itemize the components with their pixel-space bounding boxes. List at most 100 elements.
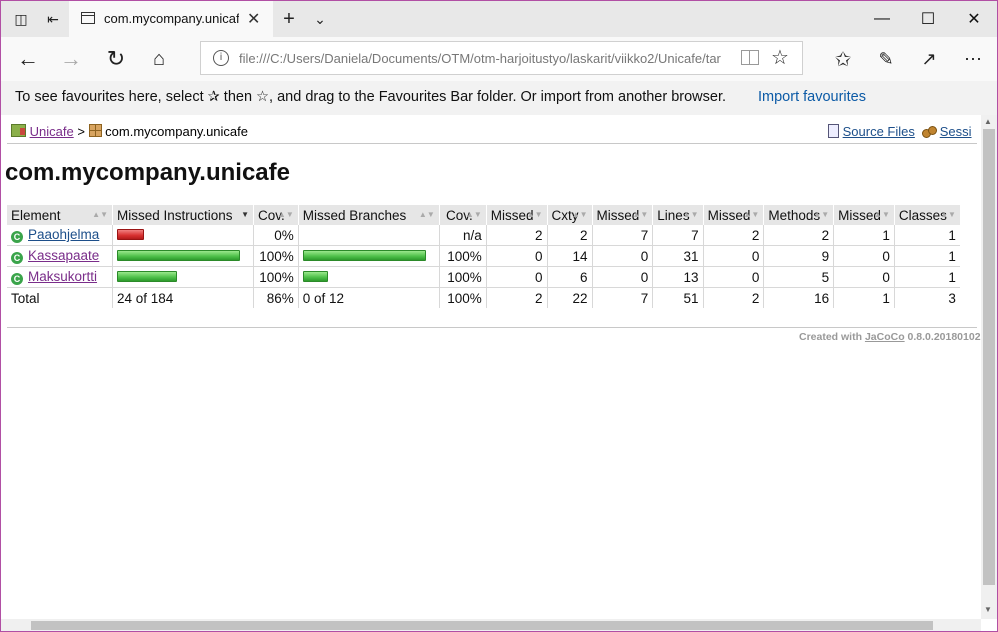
import-favourites-link[interactable]: Import favourites: [758, 89, 866, 105]
coverage-table: Element ▲▼ Missed Instructions ▼ Cov. ▲▼ Mi…: [7, 205, 960, 308]
scroll-down-icon[interactable]: ▼: [984, 605, 992, 614]
table-row: C Maksukortti 100% 100% 0 6 0 13 0 5 0 1: [7, 266, 960, 288]
favourites-message: To see favourites here, select ✰ then ☆,…: [15, 89, 727, 105]
refresh-icon[interactable]: ↻: [99, 43, 133, 75]
reading-view-icon[interactable]: [741, 50, 759, 65]
classes-cell: 1: [893, 245, 960, 267]
lines-missed-cell: 7: [591, 225, 653, 246]
missed-instructions-cell: [112, 225, 254, 246]
breadcrumb: Unicafe > com.mycompany.unicafe Source F…: [7, 121, 977, 144]
sort-icon: ▲▼: [465, 210, 482, 219]
lines-cell: 13: [652, 266, 704, 288]
forward-icon[interactable]: →: [54, 43, 88, 75]
branch-cov-cell: 100%: [438, 245, 487, 267]
branches-covered-bar: [302, 270, 328, 282]
instructions-covered-bar: [117, 270, 177, 282]
header-cxty[interactable]: Cxty ▲▼: [546, 205, 593, 225]
lines-cell: 31: [652, 245, 704, 267]
total-cxty: 22: [546, 287, 593, 308]
jacoco-link[interactable]: JaCoCo: [865, 331, 905, 343]
tab-actions-icon[interactable]: ◫: [9, 7, 33, 31]
source-files-link[interactable]: Source Files: [843, 124, 915, 139]
sort-icon: ▲▼: [92, 210, 108, 219]
branch-cov-cell: n/a: [438, 225, 487, 246]
jacoco-version: 0.8.0.20180102: [907, 331, 981, 343]
sort-icon: ▲▼: [418, 210, 435, 219]
maximize-icon[interactable]: ☐: [905, 1, 951, 37]
minimize-icon[interactable]: —: [859, 1, 905, 37]
sort-icon: ▲▼: [940, 210, 956, 219]
header-instr-cov[interactable]: Cov. ▲▼: [253, 205, 299, 225]
address-bar[interactable]: i file:///C:/Users/Daniela/Documents/OTM…: [200, 41, 803, 75]
footer-divider: [7, 327, 977, 328]
sort-desc-icon: ▼: [241, 210, 249, 219]
new-tab-icon[interactable]: +: [277, 7, 301, 31]
header-cxty-missed[interactable]: Missed ▲▼: [485, 205, 548, 225]
total-lines: 51: [652, 287, 704, 308]
set-tabs-aside-icon[interactable]: ⇤: [41, 7, 65, 31]
share-icon[interactable]: ↗: [912, 43, 946, 75]
instructions-covered-bar: [117, 249, 240, 261]
vertical-scrollbar[interactable]: ▲ ▼: [981, 115, 997, 619]
methods-missed-cell: 0: [702, 245, 764, 267]
sort-icon: ▲▼: [682, 210, 699, 219]
package-icon: [88, 124, 102, 137]
header-branch-cov[interactable]: Cov. ▲▼: [438, 205, 487, 225]
instr-cov-cell: 0%: [253, 225, 299, 246]
header-methods-missed[interactable]: Missed ▲▼: [702, 205, 764, 225]
info-icon[interactable]: i: [213, 50, 229, 66]
pen-notes-icon[interactable]: ✎: [869, 43, 903, 75]
cxty-cell: 14: [546, 245, 593, 267]
header-methods[interactable]: Methods ▲▼: [763, 205, 834, 225]
element-cell: C Maksukortti: [7, 266, 113, 288]
classes-missed-cell: 0: [833, 245, 895, 267]
header-lines-missed[interactable]: Missed ▲▼: [591, 205, 653, 225]
chevron-down-icon[interactable]: ⌄: [308, 7, 332, 31]
back-icon[interactable]: ←: [11, 43, 45, 75]
classes-missed-cell: 0: [833, 266, 895, 288]
sessions-link[interactable]: Sessi: [940, 124, 972, 139]
horizontal-scrollbar[interactable]: [1, 619, 981, 631]
sort-icon: ▲▼: [526, 210, 543, 219]
class-icon: C: [11, 273, 23, 285]
class-icon: C: [11, 231, 23, 243]
header-classes-missed[interactable]: Missed ▲▼: [833, 205, 895, 225]
scroll-up-icon[interactable]: ▲: [984, 117, 992, 126]
header-lines[interactable]: Lines ▲▼: [652, 205, 704, 225]
breadcrumb-root-link[interactable]: Unicafe: [30, 124, 74, 139]
total-classes: 3: [893, 287, 960, 308]
class-link-kassapaate[interactable]: Kassapaate: [28, 248, 99, 263]
table-header-row: Element ▲▼ Missed Instructions ▼ Cov. ▲▼ Mi…: [7, 205, 960, 225]
header-element[interactable]: Element ▲▼: [7, 205, 113, 225]
favourite-star-icon[interactable]: ☆: [771, 45, 789, 70]
sort-icon: ▲▼: [874, 210, 890, 219]
element-cell: C Paaohjelma: [7, 225, 113, 246]
class-link-paaohjelma[interactable]: Paaohjelma: [28, 227, 99, 242]
class-link-maksukortti[interactable]: Maksukortti: [28, 269, 97, 284]
horizontal-scroll-thumb[interactable]: [31, 621, 933, 630]
more-icon[interactable]: ⋯: [956, 43, 990, 75]
breadcrumb-separator: >: [77, 124, 85, 139]
page-content: Unicafe > com.mycompany.unicafe Source F…: [1, 121, 981, 619]
header-classes[interactable]: Classes ▲▼: [893, 205, 960, 225]
classes-cell: 1: [893, 266, 960, 288]
home-icon[interactable]: ⌂: [142, 43, 176, 75]
header-missed-branches[interactable]: Missed Branches ▲▼: [297, 205, 440, 225]
address-text[interactable]: file:///C:/Users/Daniela/Documents/OTM/o…: [239, 51, 733, 66]
branch-cov-cell: 100%: [438, 266, 487, 288]
close-tab-icon[interactable]: ✕: [247, 9, 260, 29]
cxty-missed-cell: 0: [485, 245, 548, 267]
tab-active[interactable]: com.mycompany.unicaf ✕: [69, 1, 273, 37]
instr-cov-cell: 100%: [253, 266, 299, 288]
favourites-hub-icon[interactable]: ✩: [826, 43, 860, 75]
header-missed-instructions[interactable]: Missed Instructions ▼: [112, 205, 254, 225]
navigation-bar: ← → ↻ ⌂ i file:///C:/Users/Daniela/Docum…: [1, 37, 997, 81]
instructions-missed-bar: [117, 228, 144, 240]
report-icon: [11, 124, 26, 137]
close-window-icon[interactable]: ✕: [951, 1, 997, 37]
created-with-text: Created with: [799, 331, 863, 343]
sort-icon: ▲▼: [632, 210, 649, 219]
vertical-scroll-thumb[interactable]: [983, 129, 995, 585]
missed-branches-cell: [297, 245, 440, 267]
total-cxty-missed: 2: [485, 287, 548, 308]
